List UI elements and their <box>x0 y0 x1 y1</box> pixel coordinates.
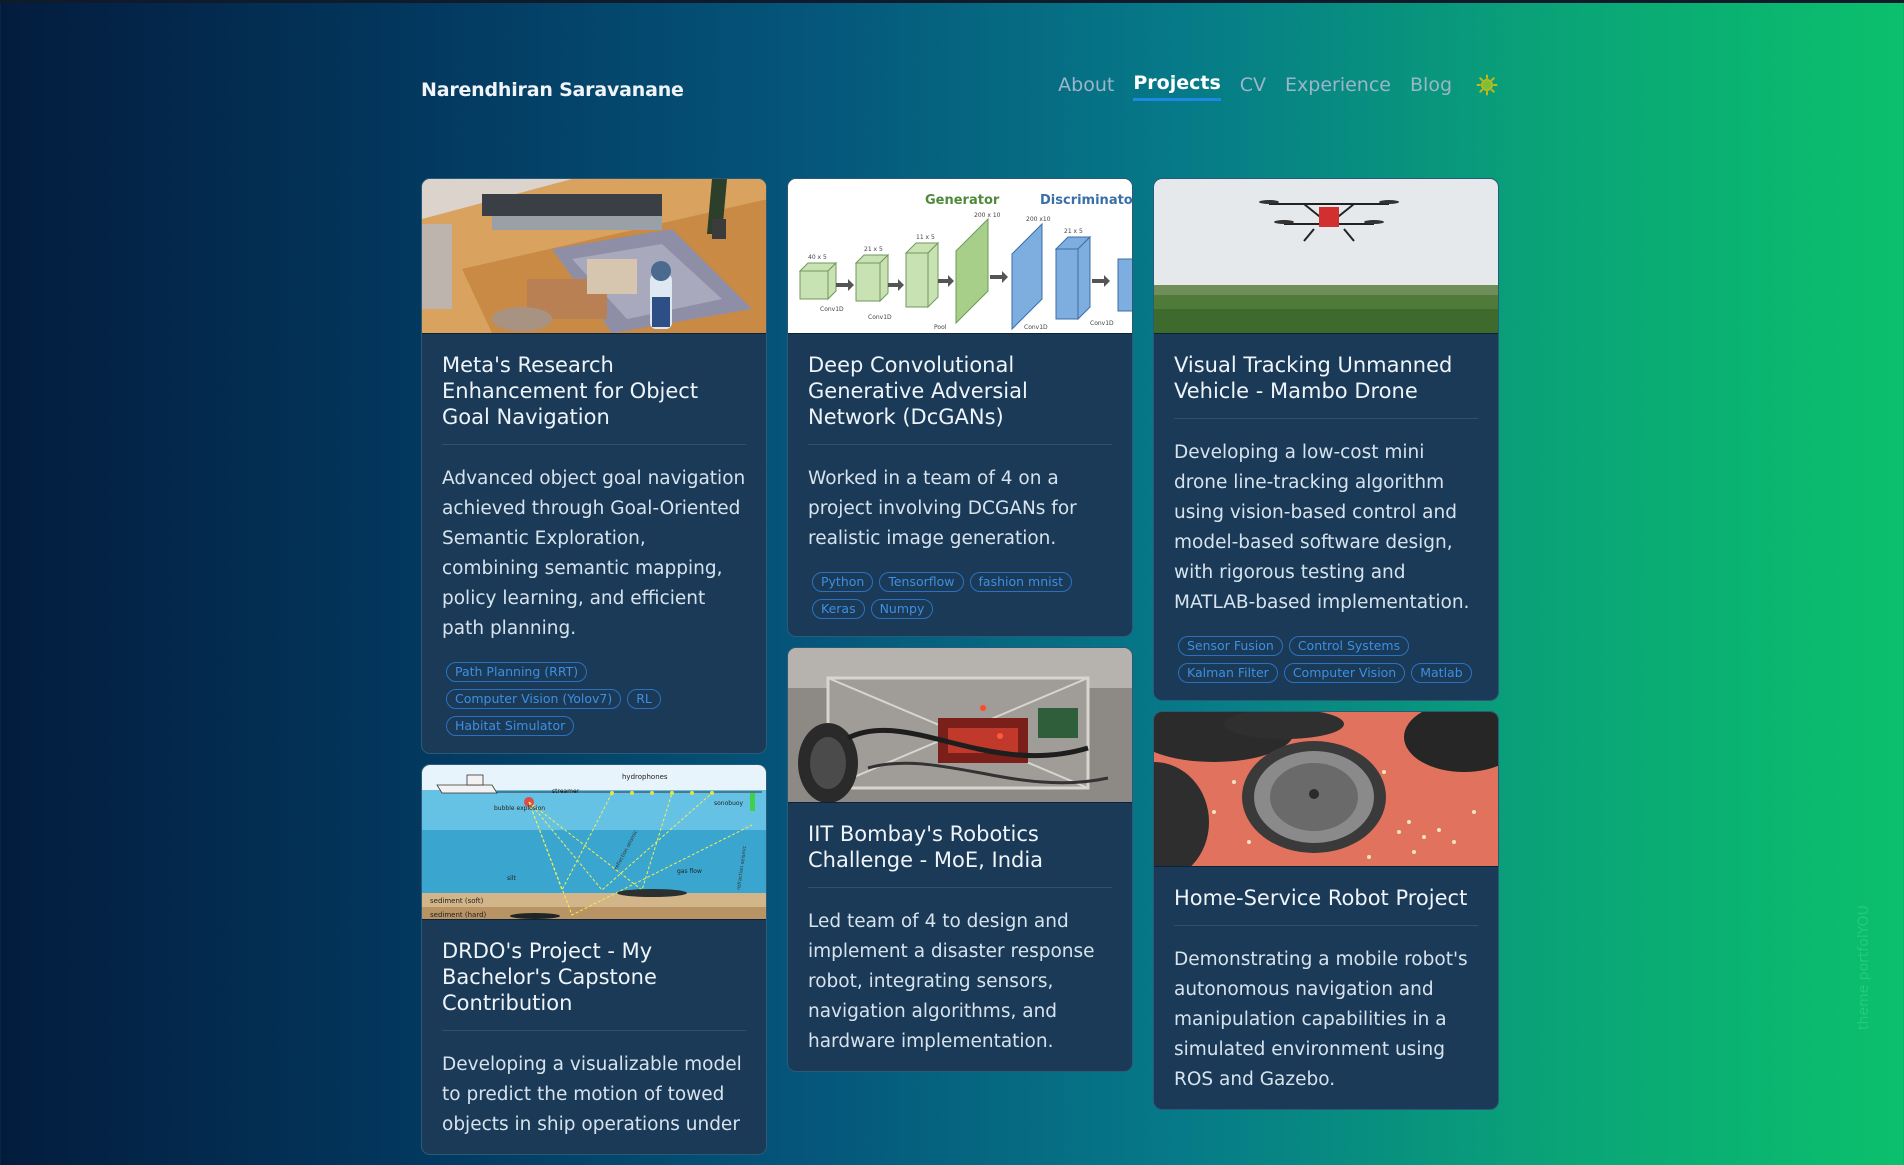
tag[interactable]: Python <box>812 572 874 592</box>
projects-column-3: Visual Tracking Unmanned Vehicle - Mambo… <box>1153 178 1499 1120</box>
project-description: Worked in a team of 4 on a project invol… <box>808 468 1077 549</box>
diagram-label: sediment (hard) <box>430 911 487 919</box>
tag[interactable]: Tensorflow <box>879 572 964 592</box>
project-card-iitb[interactable]: IIT Bombay's Robotics Challenge - MoE, I… <box>787 647 1133 1072</box>
tag[interactable]: Sensor Fusion <box>1178 636 1283 656</box>
project-description: Developing a visualizable model to predi… <box>442 1054 742 1135</box>
tag[interactable]: Keras <box>812 599 865 619</box>
tag-list: Sensor Fusion Control Systems Kalman Filt… <box>1174 632 1478 686</box>
project-card-meta[interactable]: Meta's Research Enhancement for Object G… <box>421 178 767 754</box>
tag[interactable]: Computer Vision <box>1283 663 1406 683</box>
tag[interactable]: Path Planning (RRT) <box>446 662 588 682</box>
project-card-home-service[interactable]: Home-Service Robot Project Demonstrating… <box>1153 711 1499 1110</box>
project-description: Developing a low-cost mini drone line-tr… <box>1174 442 1470 613</box>
tag[interactable]: RL <box>627 689 661 709</box>
tag[interactable]: fashion mnist <box>969 572 1073 592</box>
project-card-drdo[interactable]: hydrophones streamer bubble explosion so… <box>421 764 767 1155</box>
nav-experience[interactable]: Experience <box>1285 74 1391 100</box>
project-description: Advanced object goal navigation achieved… <box>442 468 746 639</box>
project-image <box>788 648 1132 803</box>
diagram-label: 11 x 5 <box>916 234 935 241</box>
diagram-label: 40 x 5 <box>808 254 827 261</box>
diagram-label: Conv1D <box>1024 324 1048 331</box>
main-nav: About Projects CV Experience Blog <box>1058 72 1499 101</box>
diagram-label: sonobuoy <box>714 800 744 807</box>
nav-blog[interactable]: Blog <box>1410 74 1452 100</box>
tag[interactable]: Control Systems <box>1288 636 1410 656</box>
project-image: Generator Discriminato 40 x 5 21 x 5 11 … <box>788 179 1132 334</box>
diagram-label: streamer <box>552 788 580 795</box>
project-image <box>1154 712 1498 867</box>
diagram-label: gas flow <box>677 868 702 875</box>
tag-list: Path Planning (RRT) Computer Vision (Yol… <box>442 658 746 739</box>
tag[interactable]: Computer Vision (Yolov7) <box>446 689 622 709</box>
diagram-label: hydrophones <box>622 773 668 781</box>
project-title[interactable]: Meta's Research Enhancement for Object G… <box>442 352 746 445</box>
diagram-label: silt <box>507 875 516 882</box>
project-description: Demonstrating a mobile robot's autonomou… <box>1174 949 1468 1090</box>
diagram-label: Generator <box>925 193 1000 208</box>
diagram-label: Pool <box>934 324 947 331</box>
project-image <box>1154 179 1498 334</box>
site-title[interactable]: Narendhiran Saravanane <box>421 79 684 101</box>
project-description: Led team of 4 to design and implement a … <box>808 911 1095 1052</box>
diagram-label: 200 x 10 <box>974 212 1001 219</box>
tag[interactable]: Numpy <box>870 599 934 619</box>
project-title[interactable]: Visual Tracking Unmanned Vehicle - Mambo… <box>1174 352 1478 419</box>
project-card-dcgan[interactable]: Generator Discriminato 40 x 5 21 x 5 11 … <box>787 178 1133 637</box>
diagram-label: 200 x10 <box>1026 216 1051 223</box>
theme-credit[interactable]: theme portfolYOU <box>1856 905 1872 1030</box>
diagram-label: sediment (soft) <box>430 897 484 905</box>
project-title[interactable]: DRDO's Project - My Bachelor's Capstone … <box>442 938 746 1031</box>
sun-icon[interactable] <box>1475 73 1499 97</box>
diagram-label: bubble explosion <box>494 805 545 812</box>
diagram-label: Discriminato <box>1040 193 1132 208</box>
diagram-label: Conv1D <box>868 314 892 321</box>
tag[interactable]: Kalman Filter <box>1178 663 1278 683</box>
project-image <box>422 179 766 334</box>
project-image: hydrophones streamer bubble explosion so… <box>422 765 766 920</box>
project-card-drone[interactable]: Visual Tracking Unmanned Vehicle - Mambo… <box>1153 178 1499 701</box>
tag-list: Python Tensorflow fashion mnist Keras Numpy <box>808 568 1112 622</box>
projects-column-2: Generator Discriminato 40 x 5 21 x 5 11 … <box>787 178 1133 1082</box>
project-title[interactable]: IIT Bombay's Robotics Challenge - MoE, I… <box>808 821 1112 888</box>
diagram-label: 21 x 5 <box>864 246 883 253</box>
diagram-label: Conv1D <box>1090 320 1114 327</box>
projects-column-1: Meta's Research Enhancement for Object G… <box>421 178 767 1165</box>
diagram-label: 21 x 5 <box>1064 228 1083 235</box>
tag[interactable]: Matlab <box>1411 663 1472 683</box>
diagram-label: Conv1D <box>820 306 844 313</box>
project-title[interactable]: Home-Service Robot Project <box>1174 885 1478 926</box>
tag[interactable]: Habitat Simulator <box>446 716 575 736</box>
nav-projects[interactable]: Projects <box>1133 72 1221 101</box>
project-title[interactable]: Deep Convolutional Generative Adversial … <box>808 352 1112 445</box>
nav-about[interactable]: About <box>1058 74 1114 100</box>
nav-cv[interactable]: CV <box>1240 74 1266 100</box>
